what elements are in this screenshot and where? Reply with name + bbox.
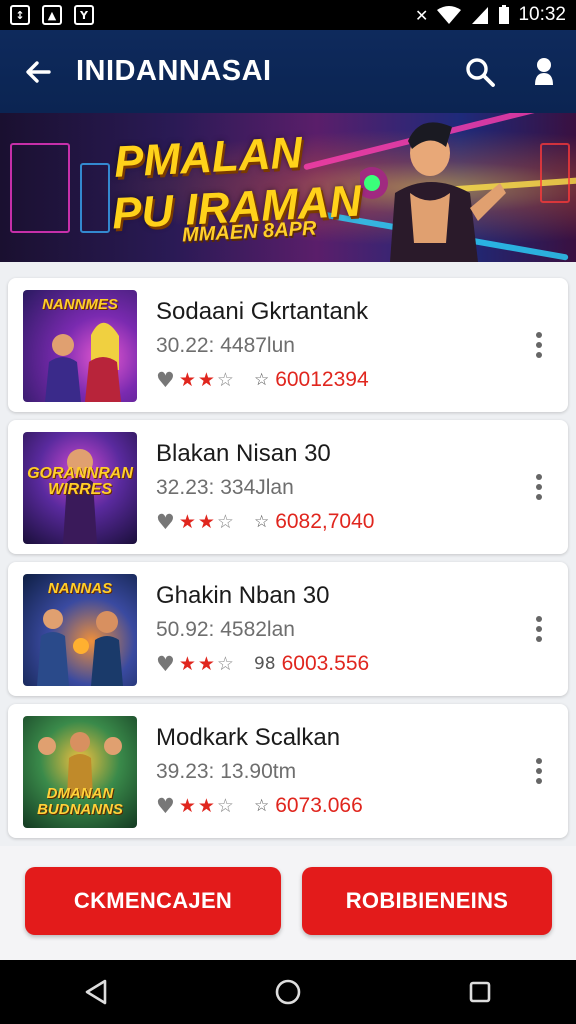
status-right: ✕ 10:32 [415, 4, 566, 26]
action-button-row: CKMENCAJEN ROBIBIENEINS [0, 846, 576, 960]
item-meta: ♥ ★★☆ ☆ 6073.066 [156, 794, 363, 818]
heart-icon[interactable]: ♥ [156, 368, 175, 392]
list-item[interactable]: DMANAN BUDNANNS Modkark Scalkan 39.23: 1… [8, 704, 568, 838]
list-item[interactable]: NANNAS Ghakin Nban 30 50.92: 4582lan ♥ ★… [8, 562, 568, 696]
status-bar: ↕ ▲ Y ✕ 10:32 [0, 0, 576, 30]
more-options-button[interactable] [524, 328, 554, 362]
system-nav-bar [0, 960, 576, 1024]
meta-prefix: 98 [253, 654, 276, 674]
game-thumbnail: NANNMES [23, 290, 137, 402]
promo-banner[interactable]: PMALAN PU IRAMAN MMAEN 8APR [0, 113, 576, 262]
triangle-back-icon [85, 979, 107, 1005]
circle-home-icon [275, 979, 301, 1005]
more-options-button[interactable] [524, 470, 554, 504]
signal-icon [472, 7, 489, 24]
battery-icon [499, 5, 510, 24]
game-thumbnail: DMANAN BUDNANNS [23, 716, 137, 828]
app-title: INIDANNASAI [76, 55, 272, 87]
nav-recents-button[interactable] [450, 962, 510, 1022]
item-subtitle: 50.92: 4582lan [156, 618, 295, 641]
hero-character-image [360, 122, 506, 262]
rating-stars: ★★☆ [178, 511, 236, 533]
arrow-left-icon [26, 60, 51, 83]
list-item[interactable]: GORANNRAN WIRRES Blakan Nisan 30 32.23: … [8, 420, 568, 554]
rating-stars: ★★☆ [178, 653, 236, 675]
item-title: Modkark Scalkan [156, 724, 341, 751]
item-title: Blakan Nisan 30 [156, 440, 331, 467]
game-thumbnail: NANNAS [23, 574, 137, 686]
square-recents-icon [469, 981, 491, 1003]
kebab-menu-icon [536, 474, 542, 480]
kebab-menu-icon [536, 332, 542, 338]
heart-icon[interactable]: ♥ [156, 652, 175, 676]
heart-icon[interactable]: ♥ [156, 794, 175, 818]
more-options-button[interactable] [524, 612, 554, 646]
item-code: 60012394 [275, 368, 369, 391]
app-bar: INIDANNASAI [0, 30, 576, 113]
item-title: Sodaani Gkrtantank [156, 298, 369, 325]
right-action-button[interactable]: ROBIBIENEINS [302, 867, 552, 935]
rating-stars: ★★☆ [178, 795, 236, 817]
list-item[interactable]: NANNMES Sodaani Gkrtantank 30.22: 4487lu… [8, 278, 568, 412]
image-icon: ▲ [42, 5, 62, 25]
banner-title-line1: PMALAN [112, 128, 304, 187]
item-meta: ♥ ★★☆ ☆ 60012394 [156, 368, 369, 392]
notification-icon: ↕ [10, 5, 30, 25]
star-outline-icon: ☆ [253, 370, 270, 390]
kebab-menu-icon [536, 616, 542, 622]
item-code: 6073.066 [275, 794, 363, 817]
item-subtitle: 30.22: 4487lun [156, 334, 295, 357]
status-time: 10:32 [518, 4, 566, 25]
item-meta: ♥ ★★☆ 98 6003.556 [156, 652, 369, 676]
star-outline-icon: ☆ [253, 796, 270, 816]
game-thumbnail: GORANNRAN WIRRES [23, 432, 137, 544]
star-outline-icon: ☆ [253, 512, 270, 532]
mute-icon: ✕ [415, 5, 429, 25]
more-options-button[interactable] [524, 754, 554, 788]
item-subtitle: 39.23: 13.90tm [156, 760, 297, 783]
item-code: 6003.556 [281, 652, 370, 675]
nav-home-button[interactable] [258, 962, 318, 1022]
status-left-icons: ↕ ▲ Y [10, 5, 94, 25]
rating-stars: ★★☆ [178, 369, 236, 391]
heart-icon[interactable]: ♥ [156, 510, 175, 534]
item-title: Ghakin Nban 30 [156, 582, 330, 609]
left-action-button[interactable]: CKMENCAJEN [25, 867, 281, 935]
app-icon: Y [74, 5, 94, 25]
item-code: 6082,7040 [275, 510, 375, 533]
search-button[interactable] [448, 30, 512, 113]
kebab-menu-icon [536, 758, 542, 764]
search-icon [466, 57, 495, 87]
profile-button[interactable] [512, 30, 576, 113]
back-button[interactable] [0, 30, 76, 113]
item-meta: ♥ ★★☆ ☆ 6082,7040 [156, 510, 374, 534]
nav-back-button[interactable] [66, 962, 126, 1022]
item-subtitle: 32.23: 334Jlan [156, 476, 294, 499]
wifi-icon [437, 6, 462, 24]
person-icon [535, 57, 553, 85]
